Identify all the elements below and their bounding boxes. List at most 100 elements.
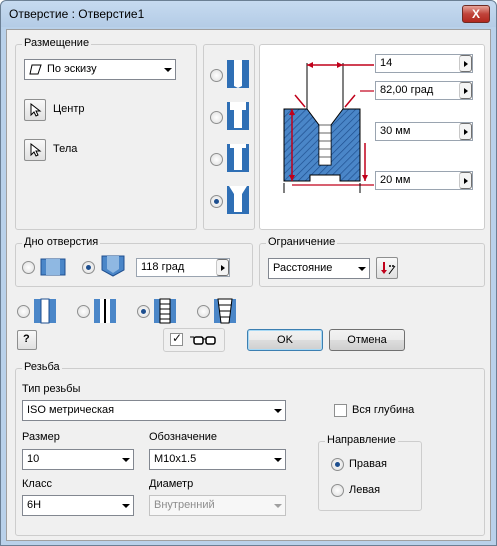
size-label: Размер [22, 431, 60, 443]
hole-section-preview [270, 53, 380, 226]
chevron-down-icon [274, 504, 282, 508]
placement-mode-dropdown[interactable]: По эскизу [24, 59, 176, 80]
drill-point-group-label: Дно отверстия [22, 236, 101, 248]
size-dropdown[interactable]: 10 [22, 449, 134, 470]
direction-group-label: Направление [325, 434, 398, 446]
taper-tapped-hole-icon [213, 298, 237, 327]
cancel-button[interactable]: Отмена [329, 329, 405, 351]
cursor-arrow-icon [30, 102, 42, 120]
hole-taper-tapped-radio[interactable] [197, 305, 210, 318]
title-bar[interactable]: Отверстие : Отверстие1 X [1, 1, 496, 27]
termination-group-label: Ограничение [266, 236, 338, 248]
thread-group-label: Резьба [22, 361, 62, 373]
hole-diameter-value: 14 [380, 57, 393, 69]
hole-tapped-radio[interactable] [137, 305, 150, 318]
size-value: 10 [27, 453, 40, 465]
preview-toggle-group [163, 328, 225, 352]
drill-point-angle-radio[interactable] [82, 261, 95, 274]
full-depth-checkbox[interactable] [334, 404, 347, 417]
close-button[interactable]: X [462, 5, 490, 23]
dialog-body: Размещение По эскизу Центр Тела 14 82,00… [6, 29, 491, 541]
placement-group: Размещение По эскизу Центр Тела [15, 37, 197, 230]
thread-type-dropdown[interactable]: ISO метрическая [22, 400, 286, 421]
chevron-down-icon [164, 68, 172, 72]
arrow-right-icon[interactable] [459, 82, 472, 99]
countersink-depth-input[interactable]: 20 мм [375, 171, 473, 190]
class-label: Класс [22, 478, 52, 490]
hole-type-countersink-radio[interactable] [210, 195, 223, 208]
termination-value: Расстояние [273, 262, 333, 274]
designation-dropdown[interactable]: M10x1.5 [149, 449, 286, 470]
termination-group: Ограничение Расстояние [259, 236, 485, 287]
countersink-hole-icon [226, 185, 250, 218]
direction-right-radio[interactable] [331, 458, 344, 471]
countersink-angle-input[interactable]: 82,00 град [375, 81, 473, 100]
class-value: 6H [27, 499, 42, 511]
direction-left-radio[interactable] [331, 484, 344, 497]
chevron-down-icon [274, 409, 282, 413]
hole-clearance-radio[interactable] [77, 305, 90, 318]
center-select-button[interactable] [24, 99, 46, 121]
direction-group: Направление Правая Левая [318, 434, 422, 511]
bodies-label: Тела [53, 143, 78, 155]
arrow-right-icon[interactable] [459, 123, 472, 140]
counterbore-hole-icon [226, 101, 250, 134]
hole-depth-input[interactable]: 30 мм [375, 122, 473, 141]
drill-point-angle-input[interactable]: 118 град [136, 258, 230, 277]
hole-type-group [203, 44, 255, 230]
arrow-right-icon[interactable] [216, 259, 229, 276]
drilled-hole-icon [226, 59, 250, 92]
countersink-depth-value: 20 мм [380, 174, 411, 186]
placement-mode-value: По эскизу [47, 63, 97, 75]
flip-direction-icon [380, 260, 396, 279]
glasses-icon [188, 334, 218, 349]
center-label: Центр [53, 103, 85, 115]
help-icon: ? [23, 333, 30, 345]
cursor-arrow-icon [30, 142, 42, 160]
hole-type-counterbore-radio[interactable] [210, 111, 223, 124]
window-title: Отверстие : Отверстие1 [9, 7, 145, 21]
hole-diameter-input[interactable]: 14 [375, 54, 473, 73]
placement-group-label: Размещение [22, 37, 92, 49]
thread-diameter-value: Внутренний [154, 499, 215, 511]
help-button[interactable]: ? [17, 330, 37, 350]
angled-bottom-icon [100, 254, 126, 281]
designation-label: Обозначение [149, 431, 218, 443]
designation-value: M10x1.5 [154, 453, 197, 465]
full-depth-label: Вся глубина [352, 404, 415, 416]
class-dropdown[interactable]: 6H [22, 495, 134, 516]
sketch-icon [29, 63, 42, 79]
chevron-down-icon [358, 267, 366, 271]
drill-point-flat-radio[interactable] [22, 261, 35, 274]
spotface-hole-icon [226, 143, 250, 176]
countersink-angle-value: 82,00 град [380, 84, 434, 96]
thread-type-label: Тип резьбы [22, 383, 81, 395]
hole-depth-value: 30 мм [380, 125, 411, 137]
simple-hole-icon [33, 298, 57, 327]
direction-left-label: Левая [349, 484, 381, 496]
hole-simple-radio[interactable] [17, 305, 30, 318]
bodies-select-button[interactable] [24, 139, 46, 161]
tapped-hole-icon [153, 298, 177, 327]
drill-point-angle-value: 118 град [141, 261, 185, 273]
chevron-down-icon [122, 504, 130, 508]
hole-dialog: Отверстие : Отверстие1 X Размещение По э… [0, 0, 497, 546]
chevron-down-icon [122, 458, 130, 462]
hole-type-drilled-radio[interactable] [210, 69, 223, 82]
chevron-down-icon [274, 458, 282, 462]
arrow-right-icon[interactable] [459, 172, 472, 189]
hole-type-spotface-radio[interactable] [210, 153, 223, 166]
direction-right-label: Правая [349, 458, 387, 470]
termination-dropdown[interactable]: Расстояние [268, 258, 370, 279]
flip-direction-button[interactable] [376, 257, 398, 279]
preview-checkbox[interactable] [170, 331, 183, 346]
arrow-right-icon[interactable] [459, 55, 472, 72]
thread-diameter-dropdown[interactable]: Внутренний [149, 495, 286, 516]
drill-point-group: Дно отверстия 118 град [15, 236, 253, 287]
clearance-hole-icon [93, 298, 117, 327]
thread-diameter-label: Диаметр [149, 478, 194, 490]
thread-group: Резьба Тип резьбы ISO метрическая Вся гл… [15, 361, 485, 536]
ok-button[interactable]: OK [247, 329, 323, 351]
flat-bottom-icon [40, 256, 66, 281]
hole-preview-panel: 14 82,00 град 30 мм 20 мм [259, 44, 485, 230]
